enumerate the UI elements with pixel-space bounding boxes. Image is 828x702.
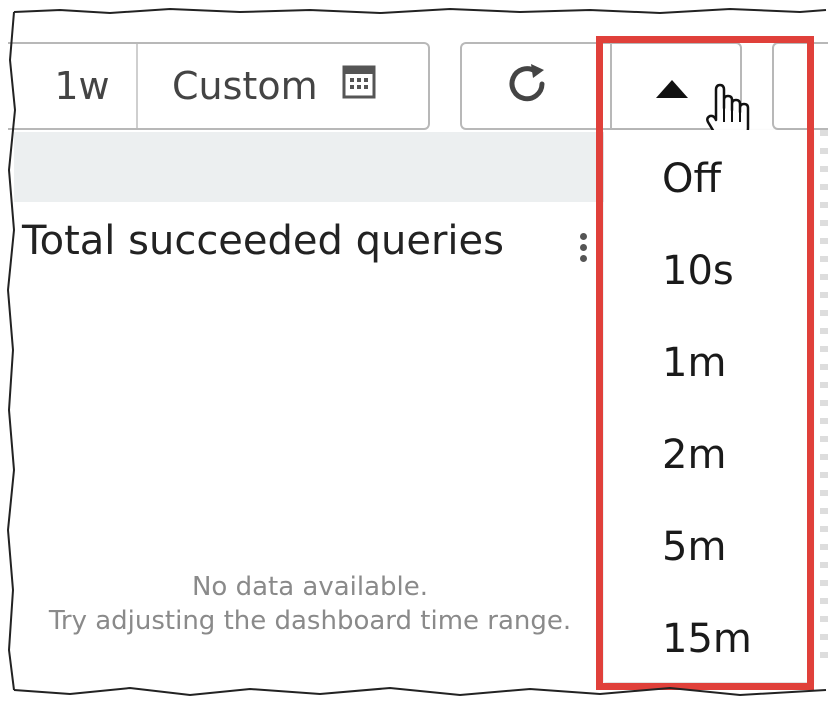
refresh-interval-dropdown[interactable] (610, 42, 750, 146)
refresh-button[interactable] (460, 42, 610, 130)
time-range-1w[interactable]: 1w (8, 44, 138, 128)
time-range-segmented-control: 1w Custom (8, 42, 430, 130)
menu-item-off[interactable]: Off (662, 156, 721, 202)
time-range-custom-label: Custom (172, 64, 318, 108)
calendar-icon (342, 64, 376, 108)
caret-up-icon (656, 80, 688, 98)
menu-item-15m[interactable]: 15m (662, 616, 752, 662)
refresh-icon (504, 61, 550, 111)
screenshot-frame: 1w Custom Total succeeded queries No dat… (0, 0, 828, 702)
menu-item-5m[interactable]: 5m (662, 524, 726, 570)
empty-state-title: No data available. (191, 572, 429, 602)
time-range-custom[interactable]: Custom (138, 44, 428, 128)
kebab-menu-icon[interactable] (580, 233, 588, 263)
panel-title: Total succeeded queries (22, 218, 504, 264)
menu-item-10s[interactable]: 10s (662, 248, 734, 294)
toolbar-extra-button[interactable] (772, 42, 828, 130)
menu-item-1m[interactable]: 1m (662, 340, 726, 386)
time-range-1w-label: 1w (54, 64, 110, 108)
empty-state-hint: Try adjusting the dashboard time range. (48, 606, 572, 636)
refresh-interval-menu: Off 10s 1m 2m 5m 15m (604, 130, 812, 682)
adjacent-panel-edge (820, 130, 828, 670)
menu-item-2m[interactable]: 2m (662, 432, 726, 478)
